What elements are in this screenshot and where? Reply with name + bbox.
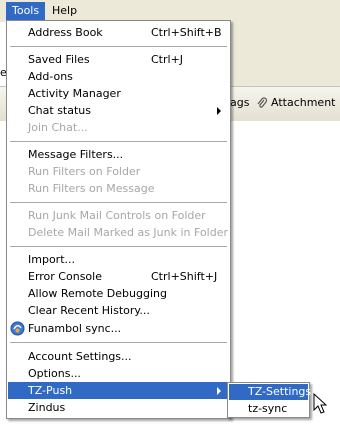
menu-item-delete-junk[interactable]: Delete Mail Marked as Junk in Folder bbox=[8, 224, 229, 241]
menu-item-label: TZ-Push bbox=[28, 384, 73, 397]
menu-item-label: Allow Remote Debugging bbox=[28, 287, 167, 300]
submenu-item-tz-sync[interactable]: tz-sync bbox=[229, 401, 308, 417]
menu-item-label: Saved Files bbox=[28, 53, 90, 66]
menu-item-label: Zindus bbox=[28, 401, 66, 414]
menu-item-label: Account Settings... bbox=[28, 350, 132, 363]
mouse-cursor-icon bbox=[313, 393, 327, 414]
menu-item-remote-debugging[interactable]: Allow Remote Debugging bbox=[8, 285, 229, 302]
submenu-item-label: TZ-Settings bbox=[248, 385, 312, 398]
menu-item-options[interactable]: Options... bbox=[8, 365, 229, 382]
menu-item-label: Message Filters... bbox=[28, 148, 124, 161]
menu-item-tz-push[interactable]: TZ-Push bbox=[8, 382, 229, 399]
menu-item-chat-status[interactable]: Chat status bbox=[8, 102, 229, 119]
menu-item-label: Join Chat... bbox=[28, 121, 88, 134]
menu-item-run-junk-controls[interactable]: Run Junk Mail Controls on Folder bbox=[8, 207, 229, 224]
attachment-label: Attachment bbox=[271, 96, 336, 109]
menu-item-label: Activity Manager bbox=[28, 87, 121, 100]
menu-item-error-console[interactable]: Error Console Ctrl+Shift+J bbox=[8, 268, 229, 285]
menu-item-add-ons[interactable]: Add-ons bbox=[8, 68, 229, 85]
menu-separator bbox=[10, 202, 227, 203]
menu-item-label: Run Junk Mail Controls on Folder bbox=[28, 209, 206, 222]
menu-item-clear-history[interactable]: Clear Recent History... bbox=[8, 302, 229, 319]
menu-item-label: Delete Mail Marked as Junk in Folder bbox=[28, 226, 228, 239]
menu-item-shortcut: Ctrl+Shift+J bbox=[151, 270, 218, 283]
menu-item-run-filters-folder[interactable]: Run Filters on Folder bbox=[8, 163, 229, 180]
funambol-icon bbox=[10, 321, 25, 336]
menu-item-label: Clear Recent History... bbox=[28, 304, 150, 317]
menu-item-label: Error Console bbox=[28, 270, 102, 283]
menu-item-saved-files[interactable]: Saved Files Ctrl+J bbox=[8, 51, 229, 68]
menu-separator bbox=[10, 141, 227, 142]
menu-item-address-book[interactable]: Address Book Ctrl+Shift+B bbox=[8, 24, 229, 41]
menu-item-import[interactable]: Import... bbox=[8, 251, 229, 268]
menu-item-join-chat[interactable]: Join Chat... bbox=[8, 119, 229, 136]
paperclip-icon bbox=[257, 96, 268, 108]
menu-item-message-filters[interactable]: Message Filters... bbox=[8, 146, 229, 163]
menu-help[interactable]: Help bbox=[46, 2, 83, 20]
menu-item-shortcut: Ctrl+Shift+B bbox=[151, 26, 222, 39]
tools-menu: Address Book Ctrl+Shift+B Saved Files Ct… bbox=[6, 20, 231, 419]
menu-item-label: Chat status bbox=[28, 104, 92, 117]
menu-item-label: Run Filters on Message bbox=[28, 182, 155, 195]
menu-item-label: Funambol sync... bbox=[28, 322, 122, 335]
submenu-arrow-icon bbox=[217, 387, 221, 395]
tz-push-submenu: TZ-Settings tz-sync bbox=[227, 382, 312, 418]
menu-item-label: Run Filters on Folder bbox=[28, 165, 141, 178]
attachment-button[interactable]: Attachment bbox=[256, 96, 336, 109]
submenu-item-label: tz-sync bbox=[248, 402, 288, 415]
menu-item-label: Address Book bbox=[28, 26, 103, 39]
submenu-item-tz-settings[interactable]: TZ-Settings bbox=[229, 384, 312, 400]
menu-item-activity-manager[interactable]: Activity Manager bbox=[8, 85, 229, 102]
menu-item-shortcut: Ctrl+J bbox=[151, 53, 184, 66]
tags-button-fragment[interactable]: ags bbox=[230, 96, 249, 109]
menu-separator bbox=[10, 46, 227, 47]
menu-item-label: Options... bbox=[28, 367, 81, 380]
menu-separator bbox=[10, 342, 227, 343]
menu-item-zindus[interactable]: Zindus bbox=[8, 399, 229, 416]
menu-item-label: Import... bbox=[28, 253, 75, 266]
menu-item-run-filters-message[interactable]: Run Filters on Message bbox=[8, 180, 229, 197]
submenu-arrow-icon bbox=[217, 107, 221, 115]
menubar: Tools Help bbox=[0, 0, 340, 22]
menu-tools[interactable]: Tools bbox=[6, 2, 46, 20]
menu-item-funambol-sync[interactable]: Funambol sync... bbox=[8, 320, 229, 337]
menu-separator bbox=[10, 246, 227, 247]
menu-item-account-settings[interactable]: Account Settings... bbox=[8, 348, 229, 365]
menu-item-label: Add-ons bbox=[28, 70, 73, 83]
